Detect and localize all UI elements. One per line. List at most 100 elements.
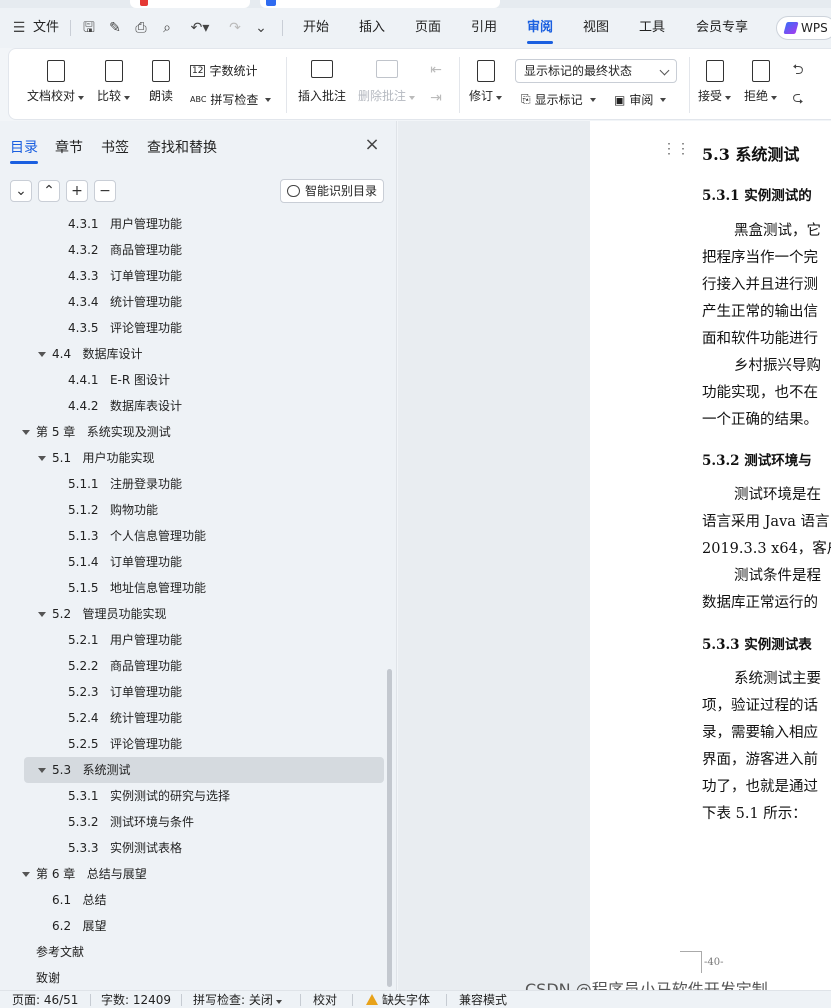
spell-check-button[interactable]: ABC 拼写检查: [190, 91, 272, 108]
collapse-triangle-icon[interactable]: [22, 430, 30, 435]
insert-comment-label: 插入批注: [298, 89, 347, 103]
show-markup-button[interactable]: ⎘ 显示标记: [521, 91, 596, 108]
navigation-pane: 目录 章节 书签 查找和替换 × ⌄ ⌃ + − 智能识别目录 4.3.1 用户…: [0, 121, 397, 990]
tab-find-replace[interactable]: 查找和替换: [147, 137, 217, 157]
read-aloud-button[interactable]: 朗读: [149, 59, 173, 104]
tab-home[interactable]: 开始: [303, 8, 329, 48]
insert-comment-icon: [310, 59, 334, 83]
compat-mode-indicator: 兼容模式: [459, 993, 508, 1007]
drag-handle-icon[interactable]: ⋮⋮: [662, 141, 690, 157]
page-indicator[interactable]: 页面: 46/51: [12, 992, 78, 1008]
smart-toc-label: 智能识别目录: [305, 184, 378, 198]
menu-separator: [282, 20, 283, 36]
collapse-triangle-icon[interactable]: [38, 612, 46, 617]
subsection-heading: 5.3.3 实例测试表: [702, 637, 812, 653]
undo-icon[interactable]: ↶▾: [186, 19, 214, 37]
markup-state-select[interactable]: 显示标记的最终状态: [515, 59, 677, 83]
tab-review[interactable]: 审阅: [527, 8, 554, 48]
review-pane-button[interactable]: ▣ 审阅: [614, 91, 667, 108]
missing-font-indicator[interactable]: 缺失字体: [366, 992, 430, 1008]
tab-tools[interactable]: 工具: [639, 8, 665, 48]
toc-item-selected[interactable]: 5.3 系统测试: [24, 757, 384, 783]
toc-item-label: 6.2 展望: [52, 919, 107, 933]
collapse-triangle-icon[interactable]: [38, 768, 46, 773]
doc-proof-button[interactable]: 文档校对: [27, 59, 85, 104]
insert-comment-button[interactable]: 插入批注: [298, 59, 346, 104]
nav-scrollbar[interactable]: [387, 669, 392, 987]
smart-toc-button[interactable]: 智能识别目录: [280, 179, 384, 203]
collapse-triangle-icon[interactable]: [38, 456, 46, 461]
show-markup-icon: ⎘: [521, 92, 531, 106]
add-heading-icon[interactable]: +: [66, 180, 88, 202]
status-separator: [352, 994, 353, 1006]
document-tab[interactable]: [130, 0, 250, 8]
proof-indicator[interactable]: 校对: [313, 992, 337, 1008]
accept-button[interactable]: 接受: [698, 59, 732, 104]
document-page[interactable]: ⋮⋮ 5.3 系统测试 5.3.1 实例测试的 黑盒测试，它 把程序当作一个完 行接入并…: [590, 121, 831, 990]
expand-all-icon[interactable]: ⌄: [10, 180, 32, 202]
paragraph-line: 功能实现，也不在: [702, 385, 818, 401]
toc-item-label: 5.1.4 订单管理功能: [68, 555, 182, 569]
tab-bookmarks[interactable]: 书签: [101, 137, 129, 157]
file-menu[interactable]: 文件: [33, 8, 59, 48]
format-painter-icon[interactable]: ✎: [106, 19, 124, 37]
document-tab-active[interactable]: [260, 0, 500, 8]
redo-icon[interactable]: ↷: [226, 19, 244, 37]
status-separator: [300, 994, 301, 1006]
tab-member[interactable]: 会员专享: [696, 8, 748, 48]
word-count-icon: 12: [190, 64, 206, 77]
subsection-heading: 5.3.2 测试环境与: [702, 453, 812, 469]
next-change-icon[interactable]: ⮎: [789, 89, 807, 107]
toc-tree: 4.3.1 用户管理功能 4.3.2 商品管理功能 4.3.3 订单管理功能 4.3.…: [0, 213, 387, 990]
collapse-all-icon[interactable]: ⌃: [38, 180, 60, 202]
next-comment-icon[interactable]: ⇥: [427, 89, 445, 107]
tab-references[interactable]: 引用: [471, 8, 497, 48]
spell-check-status: 拼写检查: 关闭: [193, 993, 273, 1007]
paragraph-line: 数据库正常运行的: [702, 595, 818, 611]
tab-insert[interactable]: 插入: [359, 8, 385, 48]
print-icon[interactable]: ⎙: [132, 19, 150, 37]
accept-label: 接受: [698, 89, 723, 103]
track-changes-button[interactable]: 修订: [469, 59, 503, 104]
toc-item-label: 6.1 总结: [52, 893, 107, 907]
toc-item-label: 第 5 章 系统实现及测试: [36, 425, 171, 439]
tab-page[interactable]: 页面: [415, 8, 441, 48]
review-pane-label: 审阅: [629, 93, 654, 107]
wps-ai-button[interactable]: WPS: [776, 16, 831, 40]
compare-button[interactable]: 比较: [97, 59, 131, 104]
page-corner-mark: [680, 951, 702, 973]
document-canvas: ⋮⋮ 5.3 系统测试 5.3.1 实例测试的 黑盒测试，它 把程序当作一个完 行接入并…: [398, 121, 831, 990]
word-count-indicator[interactable]: 字数: 12409: [101, 992, 171, 1008]
spell-check-indicator[interactable]: 拼写检查: 关闭: [193, 992, 282, 1008]
tab-sections[interactable]: 章节: [55, 137, 83, 157]
status-bar: 页面: 46/51 字数: 12409 拼写检查: 关闭 校对 缺失字体 兼容模…: [0, 990, 831, 1008]
toc-item-label: 5.1 用户功能实现: [52, 451, 155, 465]
close-icon[interactable]: ×: [364, 136, 380, 154]
collapse-triangle-icon[interactable]: [22, 872, 30, 877]
previous-comment-icon[interactable]: ⇤: [427, 61, 445, 79]
reject-icon: [749, 59, 773, 83]
hamburger-menu-icon[interactable]: ☰: [10, 19, 28, 37]
paragraph-line: 黑盒测试，它: [734, 223, 821, 239]
word-count-button[interactable]: 12 字数统计: [190, 62, 257, 79]
print-preview-icon[interactable]: ⌕: [158, 19, 176, 37]
doc-proof-label: 文档校对: [27, 89, 76, 103]
previous-change-icon[interactable]: ⮌: [789, 61, 807, 79]
tab-toc[interactable]: 目录: [10, 137, 38, 164]
quick-access-more-icon[interactable]: ⌄: [252, 19, 270, 37]
remove-heading-icon[interactable]: −: [94, 180, 116, 202]
compare-icon: [102, 59, 126, 83]
save-icon[interactable]: 🖫: [80, 19, 98, 37]
reject-label: 拒绝: [744, 89, 769, 103]
paragraph-line: 2019.3.3 x64，客户: [702, 541, 831, 557]
word-count-label: 字数统计: [209, 64, 258, 78]
tab-view[interactable]: 视图: [583, 8, 609, 48]
collapse-triangle-icon[interactable]: [38, 352, 46, 357]
paragraph-line: 下表 5.1 所示：: [702, 806, 807, 822]
track-changes-icon: [474, 59, 498, 83]
reject-button[interactable]: 拒绝: [744, 59, 778, 104]
wps-logo-icon: [783, 22, 799, 34]
ribbon-separator: [286, 57, 287, 113]
toc-item-label: 4.3.5 评论管理功能: [68, 321, 182, 335]
delete-comment-button[interactable]: 删除批注: [358, 59, 416, 104]
